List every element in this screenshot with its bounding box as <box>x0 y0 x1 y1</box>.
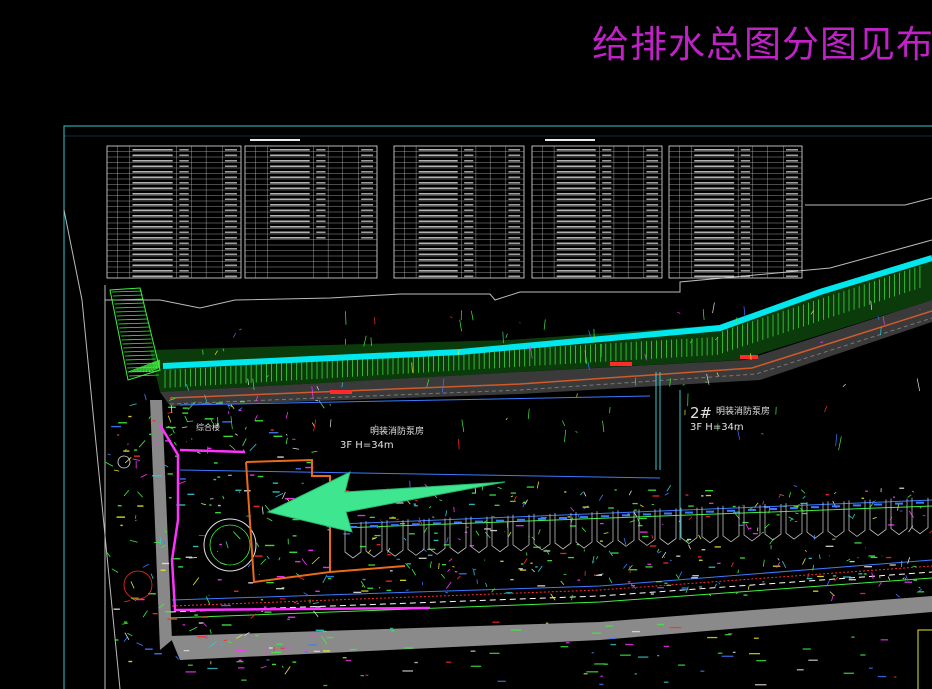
side-building-label: 综合楼 <box>196 422 220 432</box>
cad-drawing-canvas[interactable]: 2# 明装消防泵房 3F H=34m 3F H=34m 明装消防泵房 综合楼 <box>0 0 932 689</box>
bottom-right-frame <box>917 629 932 689</box>
left-stair-hatch <box>109 287 161 381</box>
south-road <box>150 400 932 660</box>
material-table <box>106 145 242 279</box>
building-2-floors: 3F H=34m <box>690 422 744 433</box>
building-2-number: 2# <box>690 404 712 422</box>
building-1-subtitle: 明装消防泵房 <box>370 425 424 437</box>
material-table <box>244 145 378 279</box>
building-1-floors: 3F H=34m <box>340 440 394 451</box>
material-table <box>393 145 525 279</box>
material-table <box>531 145 663 279</box>
material-table <box>668 145 803 279</box>
building-2-subtitle: 明装消防泵房 <box>716 405 770 417</box>
material-tables <box>106 139 803 279</box>
